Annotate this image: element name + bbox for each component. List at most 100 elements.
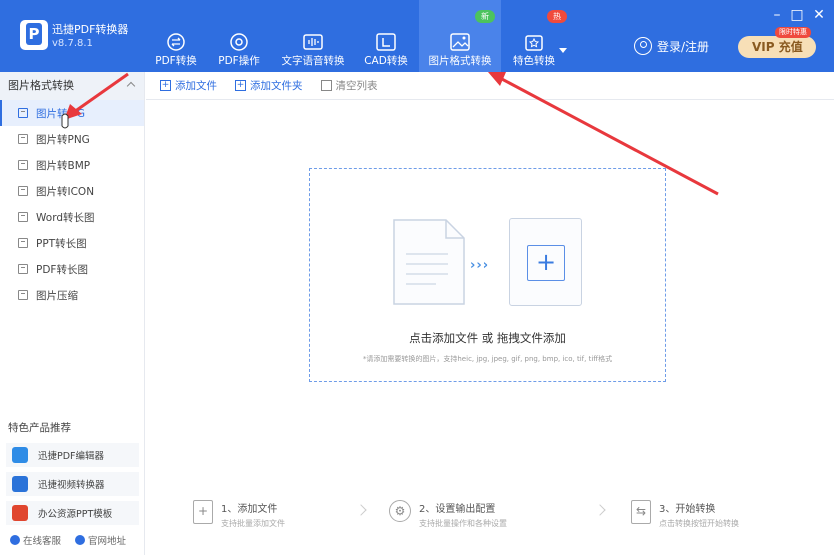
step-title: 1、添加文件 — [221, 504, 278, 515]
nav-label: 特色转换 — [513, 55, 555, 67]
chevron-up-icon[interactable] — [126, 81, 136, 91]
nav-pdf-operate[interactable]: PDF操作 — [214, 0, 264, 72]
toolbar: + 添加文件 + 添加文件夹 清空列表 — [146, 72, 834, 100]
service-link[interactable]: 在线客服 — [10, 533, 61, 547]
sidebar-item-png[interactable]: 图片转PNG — [0, 126, 144, 152]
clear-list-button[interactable]: 清空列表 — [320, 78, 378, 93]
sidebar-header[interactable]: 图片格式转换 — [0, 72, 144, 100]
sidebar-item-pdf[interactable]: PDF转长图 — [0, 256, 144, 282]
trash-icon — [320, 80, 332, 91]
feature-icon — [523, 32, 545, 52]
step-desc: 支持批量添加文件 — [221, 519, 285, 528]
nav-voice[interactable]: 文字语音转换 — [280, 0, 346, 72]
promo-title: 特色产品推荐 — [8, 422, 71, 434]
add-file-button[interactable]: + 添加文件 — [160, 78, 217, 93]
chevron-down-icon[interactable] — [559, 48, 567, 53]
promo-label: 迅捷视频转换器 — [38, 480, 105, 491]
nav-image-convert[interactable]: 新 图片格式转换 — [419, 0, 501, 72]
nav-label: PDF操作 — [218, 55, 260, 67]
clear-label: 清空列表 — [335, 80, 378, 92]
sidebar-item-label: Word转长图 — [36, 211, 95, 224]
compress-icon — [18, 290, 28, 300]
convert-icon: ⇆ — [631, 500, 651, 524]
promo-label: 办公资源PPT模板 — [38, 509, 113, 520]
drop-hint: 点击添加文件 或 拖拽文件添加 — [409, 331, 566, 345]
nav-label: 文字语音转换 — [281, 55, 345, 67]
ppt-icon — [18, 238, 28, 248]
website-link[interactable]: 官网地址 — [75, 533, 126, 547]
add-folder-icon: + — [235, 80, 246, 91]
step-add-file: + 1、添加文件 支持批量添加文件 — [193, 500, 285, 530]
headset-icon — [10, 535, 20, 545]
add-file-box[interactable]: + — [509, 218, 582, 306]
pdf-convert-icon — [165, 32, 187, 52]
document-icon — [393, 219, 465, 305]
promo-video-converter[interactable]: 迅捷视频转换器 — [6, 472, 139, 496]
login-button[interactable]: 登录/注册 — [634, 36, 709, 56]
vip-promo-badge: 限时特惠 — [775, 27, 811, 38]
promo-label: 迅捷PDF编辑器 — [38, 451, 105, 462]
drop-formats: *请添加需要转换的图片，支持heic, jpg, jpeg, gif, png,… — [362, 355, 613, 363]
voice-icon — [302, 32, 324, 52]
sidebar-item-word[interactable]: Word转长图 — [0, 204, 144, 230]
ppt-template-icon — [12, 505, 28, 521]
promo-pdf-editor[interactable]: 迅捷PDF编辑器 — [6, 443, 139, 467]
sidebar-item-label: 图片转PNG — [36, 133, 90, 146]
sidebar-item-label: 图片转JPG — [36, 107, 86, 120]
png-icon — [18, 134, 28, 144]
step-title: 3、开始转换 — [659, 504, 716, 515]
new-badge: 新 — [475, 10, 495, 23]
sidebar-item-label: 图片转BMP — [36, 159, 91, 172]
app-version: v8.7.8.1 — [52, 38, 93, 49]
app-logo-icon: P — [20, 20, 48, 50]
add-folder-button[interactable]: + 添加文件夹 — [235, 78, 303, 93]
add-folder-label: 添加文件夹 — [250, 80, 303, 92]
file-drop-zone[interactable] — [309, 168, 666, 382]
sidebar-item-compress[interactable]: 图片压缩 — [0, 282, 144, 308]
sidebar: 图片格式转换 图片转JPG 图片转PNG 图片转BMP 图片转ICON Word… — [0, 72, 145, 555]
browser-icon — [75, 535, 86, 545]
add-file-icon: + — [193, 500, 213, 524]
nav-cad[interactable]: CAD转换 — [361, 0, 411, 72]
cad-icon — [375, 32, 397, 52]
sidebar-item-ppt[interactable]: PPT转长图 — [0, 230, 144, 256]
plus-icon: + — [527, 245, 565, 281]
pdf-icon — [18, 264, 28, 274]
sidebar-item-icon[interactable]: 图片转ICON — [0, 178, 144, 204]
nav-label: PDF转换 — [155, 55, 197, 67]
nav-pdf-convert[interactable]: PDF转换 — [152, 0, 200, 72]
jpg-icon — [18, 108, 28, 118]
add-file-icon: + — [160, 80, 171, 91]
sidebar-item-label: PDF转长图 — [36, 263, 88, 276]
word-icon — [18, 212, 28, 222]
bottom-links: 在线客服 官网地址 — [10, 533, 126, 547]
step-settings: ⚙ 2、设置输出配置 支持批量操作和各种设置 — [389, 500, 507, 530]
step-title: 2、设置输出配置 — [419, 504, 496, 515]
nav-feature[interactable]: 热 特色转换 — [509, 0, 567, 72]
sidebar-item-jpg[interactable]: 图片转JPG — [0, 100, 144, 126]
video-converter-icon — [12, 476, 28, 492]
minimize-icon[interactable]: – — [770, 8, 784, 22]
maximize-icon[interactable]: □ — [790, 8, 804, 22]
sidebar-item-label: 图片压缩 — [36, 289, 78, 302]
sidebar-item-bmp[interactable]: 图片转BMP — [0, 152, 144, 178]
user-icon — [634, 37, 652, 55]
step-desc: 支持批量操作和各种设置 — [419, 519, 507, 528]
title-bar: P 迅捷PDF转换器 v8.7.8.1 PDF转换 PDF操作 文字语音转换 C… — [0, 0, 834, 72]
image-icon — [449, 32, 471, 52]
arrow-right-icon: ››› — [470, 258, 490, 273]
hot-badge: 热 — [547, 10, 567, 23]
bmp-icon — [18, 160, 28, 170]
nav-label: 图片格式转换 — [428, 55, 492, 67]
pdf-operate-icon — [228, 32, 250, 52]
close-icon[interactable]: ✕ — [812, 8, 826, 22]
step-desc: 点击转换按钮开始转换 — [659, 519, 739, 528]
chevron-right-icon — [594, 504, 606, 516]
promo-ppt-template[interactable]: 办公资源PPT模板 — [6, 501, 139, 525]
chevron-right-icon — [355, 504, 367, 516]
sidebar-item-label: PPT转长图 — [36, 237, 87, 250]
app-name: 迅捷PDF转换器 — [52, 23, 129, 36]
gear-icon: ⚙ — [389, 500, 411, 522]
vip-button[interactable]: VIP 充值 — [738, 36, 816, 58]
nav-label: CAD转换 — [364, 55, 408, 67]
